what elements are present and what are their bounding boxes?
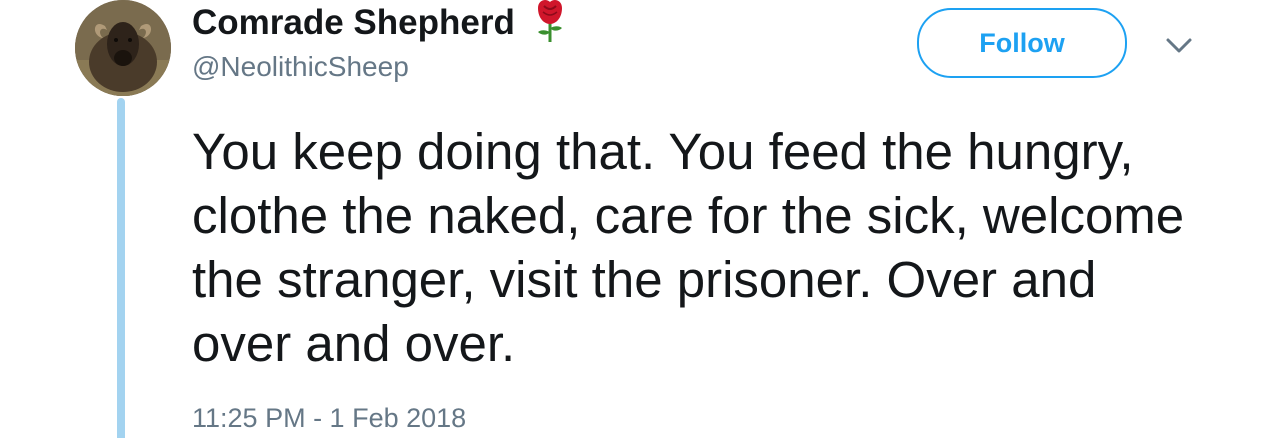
follow-button[interactable]: Follow <box>917 8 1127 78</box>
thread-line <box>117 98 125 438</box>
chevron-down-icon <box>1166 38 1192 53</box>
rose-icon <box>530 0 570 44</box>
avatar[interactable] <box>75 0 171 96</box>
tweet-text: You keep doing that. You feed the hungry… <box>192 123 1185 372</box>
author-display-name[interactable]: Comrade Shepherd <box>192 3 515 43</box>
sheep-avatar-image <box>75 0 171 96</box>
tweet-timestamp[interactable]: 11:25 PM - 1 Feb 2018 <box>192 401 466 435</box>
author-handle[interactable]: @NeolithicSheep <box>192 50 409 84</box>
more-options-button[interactable] <box>1160 28 1198 62</box>
